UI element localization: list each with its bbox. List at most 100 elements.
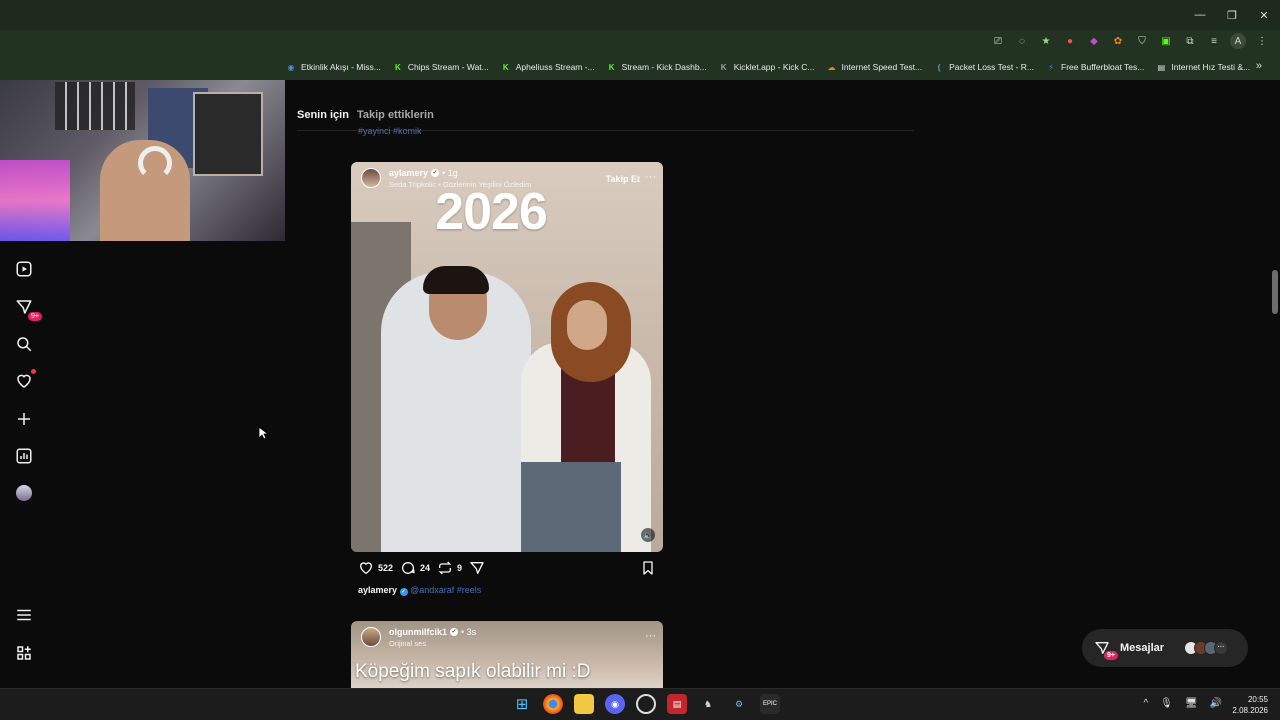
sidebar-item-messages[interactable]: 9+	[12, 295, 42, 321]
like-count: 522	[378, 563, 394, 573]
obs-icon[interactable]	[636, 694, 656, 714]
volume-icon[interactable]: 🔈	[641, 528, 655, 542]
messages-button[interactable]: 9+ Mesajlar ···	[1082, 629, 1248, 667]
profile-icon[interactable]: A	[1230, 33, 1246, 49]
menu-icon[interactable]: ⋮	[1254, 33, 1270, 49]
folder-icon[interactable]	[574, 694, 594, 714]
bookmark-label: Apheliuss Stream -...	[515, 62, 595, 72]
shield-icon[interactable]: ⛉	[1134, 33, 1150, 49]
sidebar-item-create[interactable]	[12, 407, 36, 431]
post-overlay-text: 2026	[435, 183, 548, 241]
network-icon[interactable]: 🖥	[1185, 698, 1198, 709]
microphone-icon[interactable]: 🎙	[1160, 698, 1173, 709]
extension-green-icon[interactable]: ▣	[1158, 33, 1174, 49]
windows-start-icon[interactable]: ⊞	[512, 694, 532, 714]
bookmark-item[interactable]: K Apheliuss Stream -...	[501, 62, 595, 72]
sidebar-item-notifications[interactable]	[12, 369, 36, 393]
avatar[interactable]	[361, 627, 381, 647]
cast-icon[interactable]: ⎚	[990, 33, 1006, 49]
repost-count: 9	[457, 563, 463, 573]
save-button[interactable]	[640, 560, 656, 581]
chevron-up-icon[interactable]: ^	[1143, 698, 1148, 709]
post-audio[interactable]: Orijinal ses	[389, 639, 476, 648]
sidebar-item-profile[interactable]	[12, 481, 36, 505]
post-scene-woman-pants	[521, 462, 621, 552]
volume-icon[interactable]: 🔊	[1210, 698, 1222, 709]
streaming-app-icon[interactable]: ▤	[667, 694, 687, 714]
notifications-badge: 9+	[28, 312, 42, 321]
verified-icon: ✓	[450, 628, 459, 636]
steam-icon[interactable]: ⚙	[729, 694, 749, 714]
post-age: • 3s	[461, 627, 477, 637]
chrome-icon[interactable]	[543, 694, 563, 714]
sidebar-item-search[interactable]	[12, 332, 36, 356]
discord-icon[interactable]: ◉	[605, 694, 625, 714]
kick-icon: K	[394, 62, 401, 72]
play-square-icon	[16, 261, 32, 277]
previous-post-tags[interactable]: #yayinci #komik	[358, 126, 422, 136]
heart-icon	[17, 374, 31, 388]
like-button[interactable]: 522	[358, 560, 393, 576]
browser-titlebar: — ❐ ✕	[0, 0, 1280, 30]
minimize-button[interactable]: —	[1184, 0, 1216, 30]
bookmarks-bar: ◉ Etkinlik Akışı - Miss... K Chips Stream …	[0, 54, 1280, 80]
star-icon[interactable]: ★	[1038, 33, 1054, 49]
caption-username[interactable]: aylamery	[358, 585, 397, 595]
bookmark-label: Internet Speed Test...	[841, 62, 923, 72]
taskbar-clock[interactable]: 20:55 2.08.2026	[1232, 694, 1268, 716]
messages-badge: 9+	[1104, 651, 1118, 660]
tab-following[interactable]: Takip ettiklerin	[357, 109, 434, 121]
more-options-icon[interactable]: ···	[645, 630, 656, 642]
bookmark-item[interactable]: ▤ Internet Hız Testi &...	[1156, 62, 1251, 72]
sidebar-item-reels[interactable]	[12, 257, 36, 281]
sidebar-item-apps[interactable]	[12, 641, 36, 665]
more-icon: ···	[1214, 641, 1229, 655]
post-media[interactable]: olgunmilfcik1 ✓ • 3s Orijinal ses ··· Kö…	[351, 621, 663, 691]
puzzle-icon[interactable]: ⧉	[1182, 33, 1198, 49]
clock-time: 20:55	[1247, 695, 1268, 704]
page-content: 9+ Senin için Takip ettiklerin #yayinci …	[0, 80, 1280, 691]
notification-dot	[31, 369, 36, 374]
post-audio[interactable]: Seda Tripkolic • Gözlerinin Yeşilini Özl…	[389, 180, 531, 189]
extension-red-icon[interactable]: ●	[1062, 33, 1078, 49]
more-options-icon[interactable]: ···	[645, 171, 656, 183]
bookmarks-overflow-icon[interactable]: »	[1256, 60, 1262, 72]
bookmark-item[interactable]: K Kicklet.app - Kick C...	[719, 62, 815, 72]
bookmark-item[interactable]: K Chips Stream - Wat...	[393, 62, 489, 72]
epic-games-icon[interactable]: EPIC	[760, 694, 780, 714]
hamburger-menu-icon	[17, 609, 31, 621]
post-username-row: aylamery ✓ • 1g	[389, 168, 531, 178]
maximize-button[interactable]: ❐	[1216, 0, 1248, 30]
repost-button[interactable]: 9	[437, 560, 462, 576]
extension-purple-icon[interactable]: ◆	[1086, 33, 1102, 49]
avatar[interactable]	[361, 168, 381, 188]
webcam-overlay	[0, 80, 285, 241]
eye-off-icon[interactable]: ◌	[1014, 33, 1030, 49]
media-icon[interactable]: ≡	[1206, 33, 1222, 49]
post-overlay-text: Köpeğim sapık olabilir mi :D	[355, 661, 591, 682]
bookmark-item[interactable]: ◉ Etkinlik Akışı - Miss...	[286, 62, 381, 72]
post-username[interactable]: aylamery	[389, 168, 428, 178]
bookmark-item[interactable]: ⚡ Free Bufferbloat Tes...	[1046, 62, 1144, 72]
game-app-icon[interactable]: ♞	[698, 694, 718, 714]
bookmark-item[interactable]: (Packet Loss Test - R...	[934, 62, 1034, 72]
caption-tags[interactable]: @andxaraf #reels	[410, 585, 481, 595]
tab-for-you[interactable]: Senin için	[297, 109, 349, 121]
page-scrollbar[interactable]	[1272, 270, 1278, 314]
webcam-headset	[138, 146, 172, 180]
sidebar-item-more[interactable]	[12, 603, 36, 627]
close-button[interactable]: ✕	[1248, 0, 1280, 30]
bookmark-item[interactable]: K Stream - Kick Dashb...	[607, 62, 707, 72]
webcam-poster	[193, 92, 263, 176]
chart-icon	[16, 448, 32, 464]
post-age: • 1g	[442, 168, 458, 178]
post-scene-woman-face	[567, 300, 607, 350]
share-button[interactable]	[469, 560, 485, 576]
bookmark-item[interactable]: ☁ Internet Speed Test...	[826, 62, 922, 72]
sidebar-item-insights[interactable]	[12, 444, 36, 468]
extension-orange-icon[interactable]: ✿	[1110, 33, 1126, 49]
follow-button[interactable]: Takip Et	[606, 174, 640, 184]
post-media[interactable]: 2026 aylamery ✓ • 1g Seda Tripkolic • Gö…	[351, 162, 663, 552]
comment-button[interactable]: 24	[400, 560, 430, 576]
post-username[interactable]: olgunmilfcik1	[389, 627, 447, 637]
